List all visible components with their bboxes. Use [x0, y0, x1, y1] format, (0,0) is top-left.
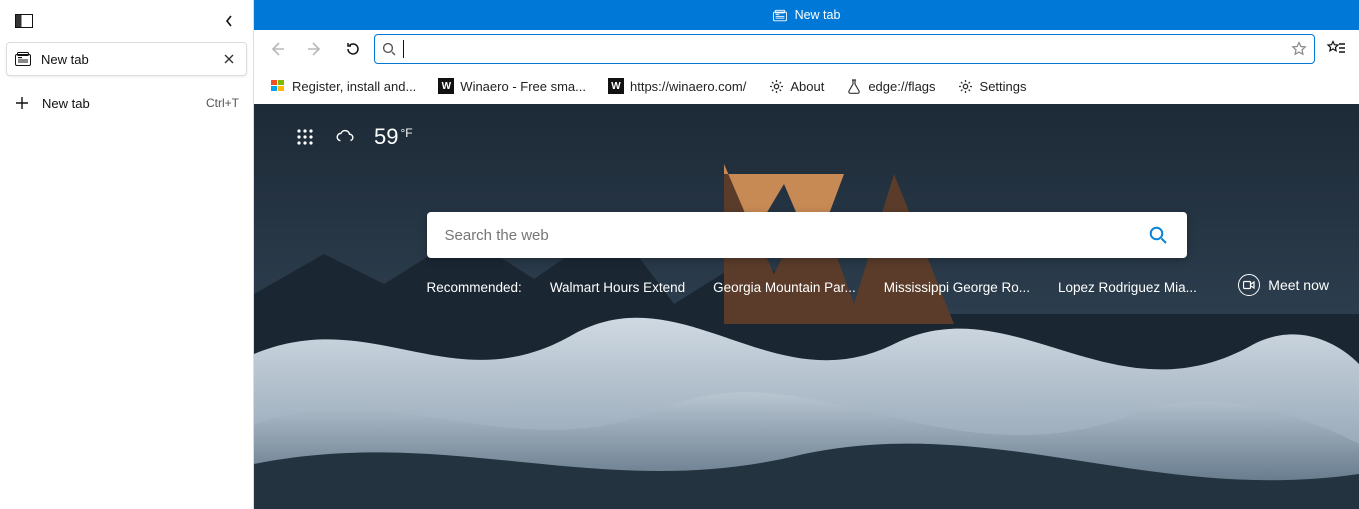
plus-icon [14, 95, 30, 111]
recommended-link[interactable]: Mississippi George Ro... [884, 280, 1030, 295]
meet-now-button[interactable]: Meet now [1238, 274, 1329, 296]
favorite-item-label: About [790, 79, 824, 94]
window-titlebar: New tab [254, 0, 1359, 30]
favorite-item-label: Winaero - Free sma... [460, 79, 586, 94]
favorite-item[interactable]: Settings [952, 74, 1033, 98]
favorite-item[interactable]: edge://flags [840, 74, 941, 98]
browser-main: New tab [254, 0, 1359, 509]
tab-item-new-tab[interactable]: New tab [6, 42, 247, 76]
window-title: New tab [795, 8, 841, 22]
ntp-search-box[interactable] [427, 212, 1187, 258]
favorite-item-label: Register, install and... [292, 79, 416, 94]
address-bar[interactable] [374, 34, 1315, 64]
recommended-link[interactable]: Lopez Rodriguez Mia... [1058, 280, 1197, 295]
new-tab-label: New tab [42, 96, 194, 111]
temperature[interactable]: 59 °F [374, 124, 413, 150]
flask-icon [846, 78, 862, 94]
newtab-favicon-icon [15, 51, 31, 67]
favorite-item[interactable]: W Winaero - Free sma... [432, 74, 592, 98]
gear-icon [958, 78, 974, 94]
new-tab-button[interactable]: New tab Ctrl+T [6, 86, 247, 120]
favorite-star-icon[interactable] [1290, 40, 1308, 58]
chevron-left-icon[interactable] [219, 11, 239, 31]
video-icon [1238, 274, 1260, 296]
favorite-item-label: Settings [980, 79, 1027, 94]
meet-now-label: Meet now [1268, 277, 1329, 293]
forward-button[interactable] [298, 34, 332, 64]
search-icon [381, 41, 397, 57]
recommended-link[interactable]: Georgia Mountain Par... [713, 280, 856, 295]
temperature-unit: °F [400, 126, 412, 140]
favorites-bar: Register, install and... W Winaero - Fre… [254, 68, 1359, 104]
temperature-value: 59 [374, 124, 398, 150]
vertical-tabs-header [6, 6, 247, 36]
favorite-item[interactable]: About [762, 74, 830, 98]
ntp-background-image [254, 104, 1359, 509]
letter-w-icon: W [608, 78, 624, 94]
favorite-item[interactable]: W https://winaero.com/ [602, 74, 752, 98]
favorite-item-label: edge://flags [868, 79, 935, 94]
new-tab-shortcut: Ctrl+T [206, 96, 239, 110]
favorites-star-list-icon[interactable] [1319, 34, 1353, 64]
favorite-item[interactable]: Register, install and... [264, 74, 422, 98]
close-tab-icon[interactable] [220, 50, 238, 68]
recommended-label: Recommended: [427, 280, 522, 295]
ntp-search-input[interactable] [445, 227, 1147, 244]
favorite-item-label: https://winaero.com/ [630, 79, 746, 94]
weather-icon[interactable] [334, 126, 356, 148]
refresh-button[interactable] [336, 34, 370, 64]
vertical-tabs-panel: New tab New tab Ctrl+T [0, 0, 254, 509]
search-icon[interactable] [1147, 224, 1169, 246]
tabs-panel-icon[interactable] [14, 11, 34, 31]
grid-menu-icon[interactable] [294, 126, 316, 148]
back-button[interactable] [260, 34, 294, 64]
tab-item-label: New tab [41, 52, 210, 67]
recommended-link[interactable]: Walmart Hours Extend [550, 280, 685, 295]
titlebar-tab-icon [773, 8, 787, 22]
address-input[interactable] [410, 41, 1284, 57]
ntp-top-overlay: 59 °F [294, 124, 413, 150]
recommended-row: Recommended: Walmart Hours Extend Georgi… [427, 280, 1187, 295]
letter-w-icon: W [438, 78, 454, 94]
address-caret [403, 40, 404, 58]
windows-icon [270, 78, 286, 94]
new-tab-page: 59 °F Meet now Recommended: Walmart Hour… [254, 104, 1359, 509]
gear-icon [768, 78, 784, 94]
nav-toolbar [254, 30, 1359, 68]
